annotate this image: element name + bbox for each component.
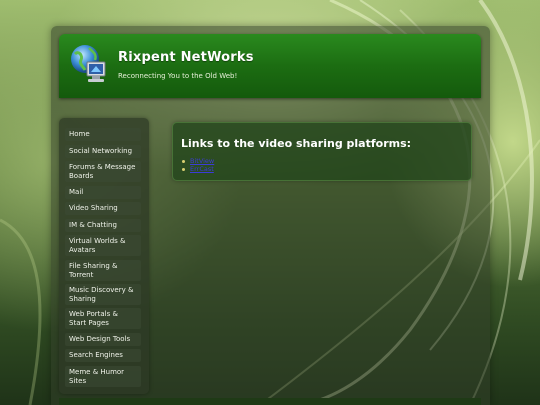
content-panel: Links to the video sharing platforms: Bi… — [172, 122, 472, 181]
sidebar-nav: Home Social Networking Forums & Message … — [59, 118, 149, 394]
link-list: BitView ErrCast — [181, 157, 214, 173]
sidebar-item-web-portals[interactable]: Web Portals & Start Pages — [65, 308, 141, 329]
sidebar-item-mail[interactable]: Mail — [65, 186, 141, 199]
page-title: Links to the video sharing platforms: — [181, 137, 412, 150]
sidebar-item-file-sharing[interactable]: File Sharing & Torrent — [65, 260, 141, 281]
link-errcast[interactable]: ErrCast — [190, 165, 214, 173]
footer-strip — [59, 398, 481, 405]
sidebar-item-meme-humor[interactable]: Meme & Humor Sites — [65, 366, 141, 387]
sidebar-item-music-discovery[interactable]: Music Discovery & Sharing — [65, 284, 141, 305]
sidebar-item-forums[interactable]: Forums & Message Boards — [65, 161, 141, 182]
globe-computer-icon[interactable] — [69, 42, 109, 88]
bullet-icon — [182, 167, 185, 171]
sidebar-item-web-design-tools[interactable]: Web Design Tools — [65, 333, 141, 346]
sidebar-item-im-chatting[interactable]: IM & Chatting — [65, 219, 141, 232]
site-tagline: Reconnecting You to the Old Web! — [118, 72, 238, 80]
sidebar-item-search-engines[interactable]: Search Engines — [65, 349, 141, 362]
list-item: ErrCast — [181, 165, 214, 173]
site-title[interactable]: Rixpent NetWorks — [118, 50, 254, 65]
sidebar-item-home[interactable]: Home — [65, 128, 141, 141]
sidebar-item-social-networking[interactable]: Social Networking — [65, 145, 141, 158]
bullet-icon — [182, 159, 185, 163]
list-item: BitView — [181, 157, 214, 165]
sidebar-item-video-sharing[interactable]: Video Sharing — [65, 202, 141, 215]
site-header: Rixpent NetWorks Reconnecting You to the… — [59, 34, 481, 98]
link-bitview[interactable]: BitView — [190, 157, 214, 165]
sidebar-item-virtual-worlds[interactable]: Virtual Worlds & Avatars — [65, 235, 141, 256]
